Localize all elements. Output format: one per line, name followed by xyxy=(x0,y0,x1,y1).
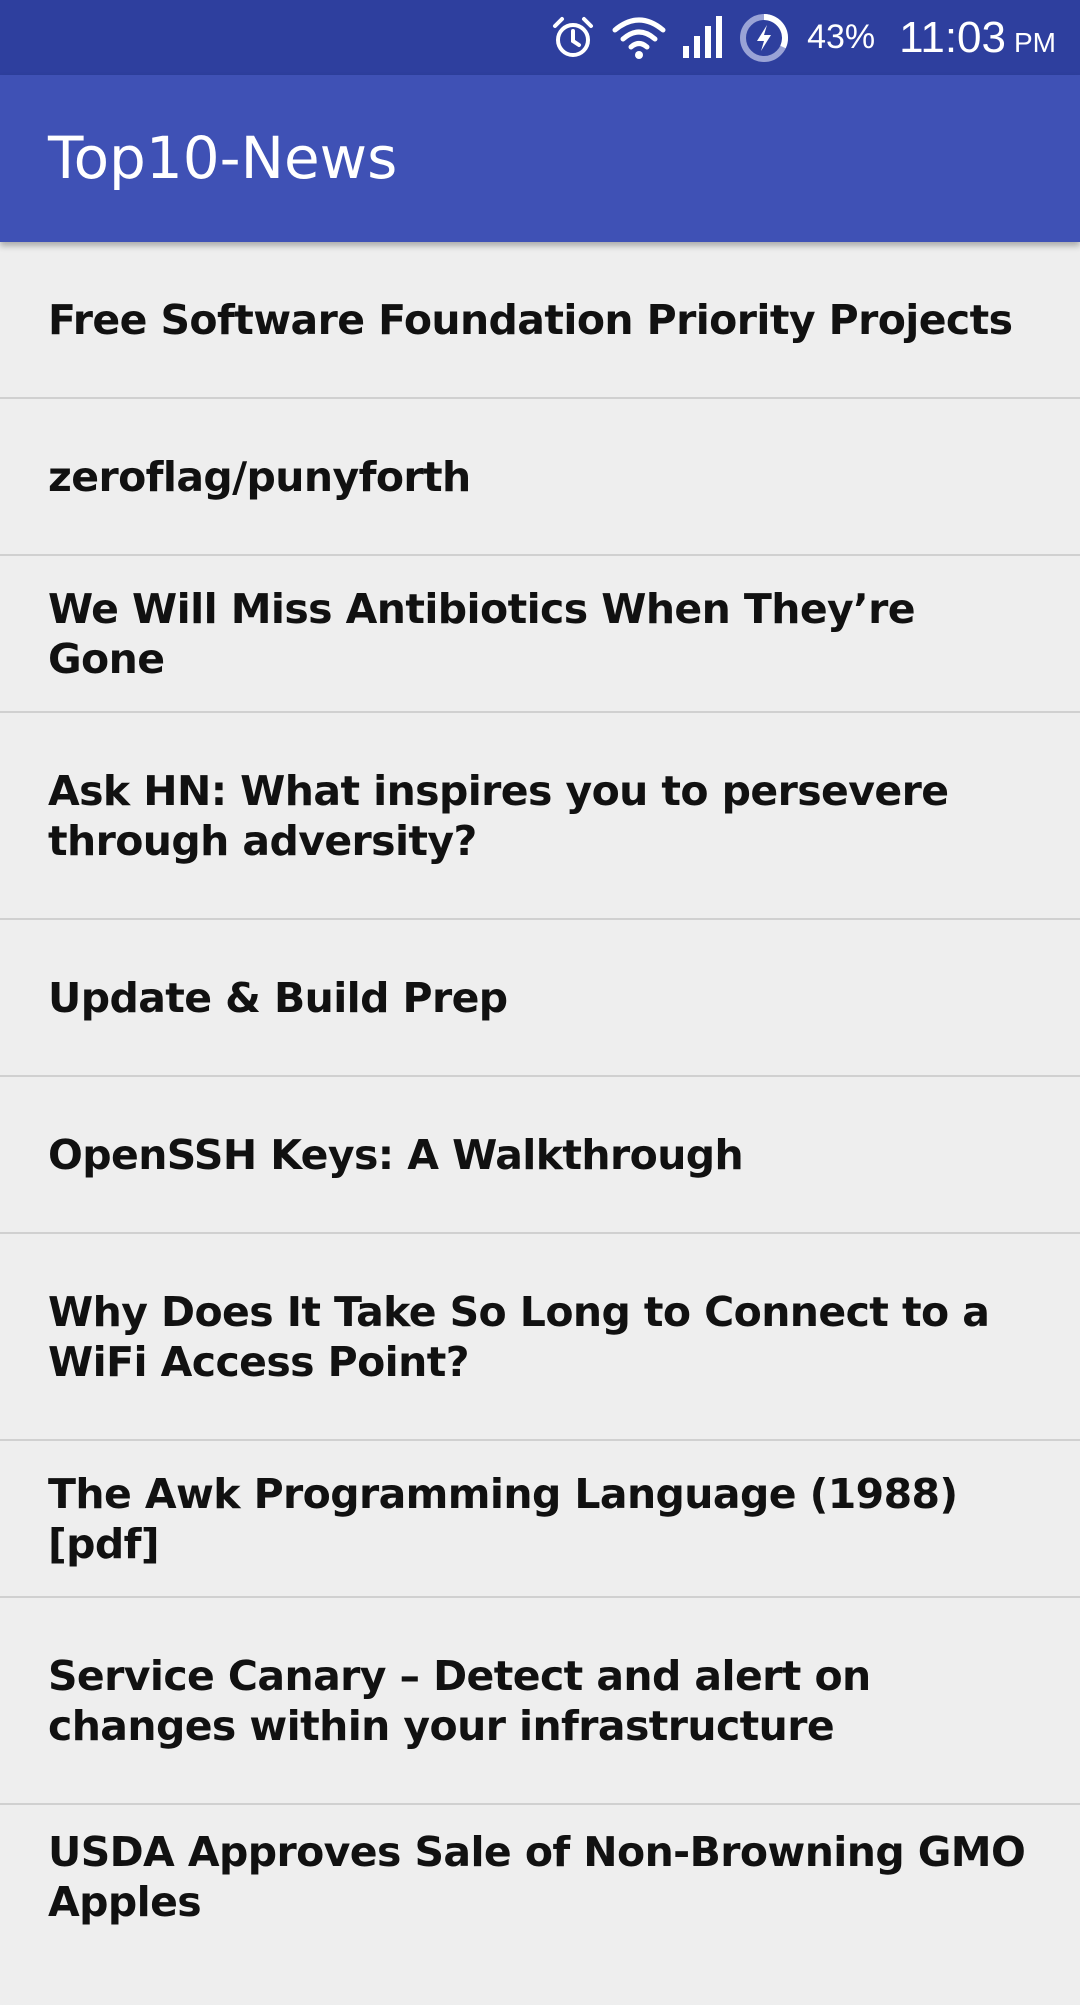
news-item[interactable]: Update & Build Prep xyxy=(0,920,1080,1077)
news-title: USDA Approves Sale of Non-Browning GMO A… xyxy=(48,1828,1026,1926)
app-title: Top10-News xyxy=(48,124,398,192)
status-icons: 43% 11:03 PM xyxy=(549,0,1056,75)
news-item[interactable]: Free Software Foundation Priority Projec… xyxy=(0,242,1080,399)
status-bar: 43% 11:03 PM xyxy=(0,0,1080,75)
news-title: Service Canary – Detect and alert on cha… xyxy=(48,1651,871,1750)
clock-time: 11:03 xyxy=(899,12,1006,62)
clock-ampm: PM xyxy=(1014,26,1056,58)
news-list: Free Software Foundation Priority Projec… xyxy=(0,242,1080,2005)
news-item[interactable]: Ask HN: What inspires you to persevere t… xyxy=(0,713,1080,920)
news-item[interactable]: OpenSSH Keys: A Walkthrough xyxy=(0,1077,1080,1234)
clock: 11:03 PM xyxy=(889,13,1056,63)
battery-percent: 43% xyxy=(807,18,876,56)
battery-charging-icon xyxy=(739,13,789,63)
signal-icon xyxy=(681,14,725,62)
news-title: OpenSSH Keys: A Walkthrough xyxy=(48,1130,744,1179)
alarm-icon xyxy=(549,14,597,62)
news-item[interactable]: We Will Miss Antibiotics When They’re Go… xyxy=(0,556,1080,713)
app-bar: Top10-News xyxy=(0,75,1080,242)
news-item[interactable]: Service Canary – Detect and alert on cha… xyxy=(0,1598,1080,1805)
news-title: The Awk Programming Language (1988) [pdf… xyxy=(48,1469,958,1568)
news-title: Update & Build Prep xyxy=(48,973,508,1022)
news-item[interactable]: USDA Approves Sale of Non-Browning GMO A… xyxy=(0,1805,1080,2005)
wifi-icon xyxy=(611,14,667,62)
news-item[interactable]: Why Does It Take So Long to Connect to a… xyxy=(0,1234,1080,1441)
news-title: Free Software Foundation Priority Projec… xyxy=(48,295,1013,344)
news-title: Why Does It Take So Long to Connect to a… xyxy=(48,1287,990,1386)
news-title: We Will Miss Antibiotics When They’re Go… xyxy=(48,584,916,683)
news-item[interactable]: zeroflag/punyforth xyxy=(0,399,1080,556)
news-item[interactable]: The Awk Programming Language (1988) [pdf… xyxy=(0,1441,1080,1598)
news-title: Ask HN: What inspires you to persevere t… xyxy=(48,766,949,865)
news-title: zeroflag/punyforth xyxy=(48,452,471,501)
